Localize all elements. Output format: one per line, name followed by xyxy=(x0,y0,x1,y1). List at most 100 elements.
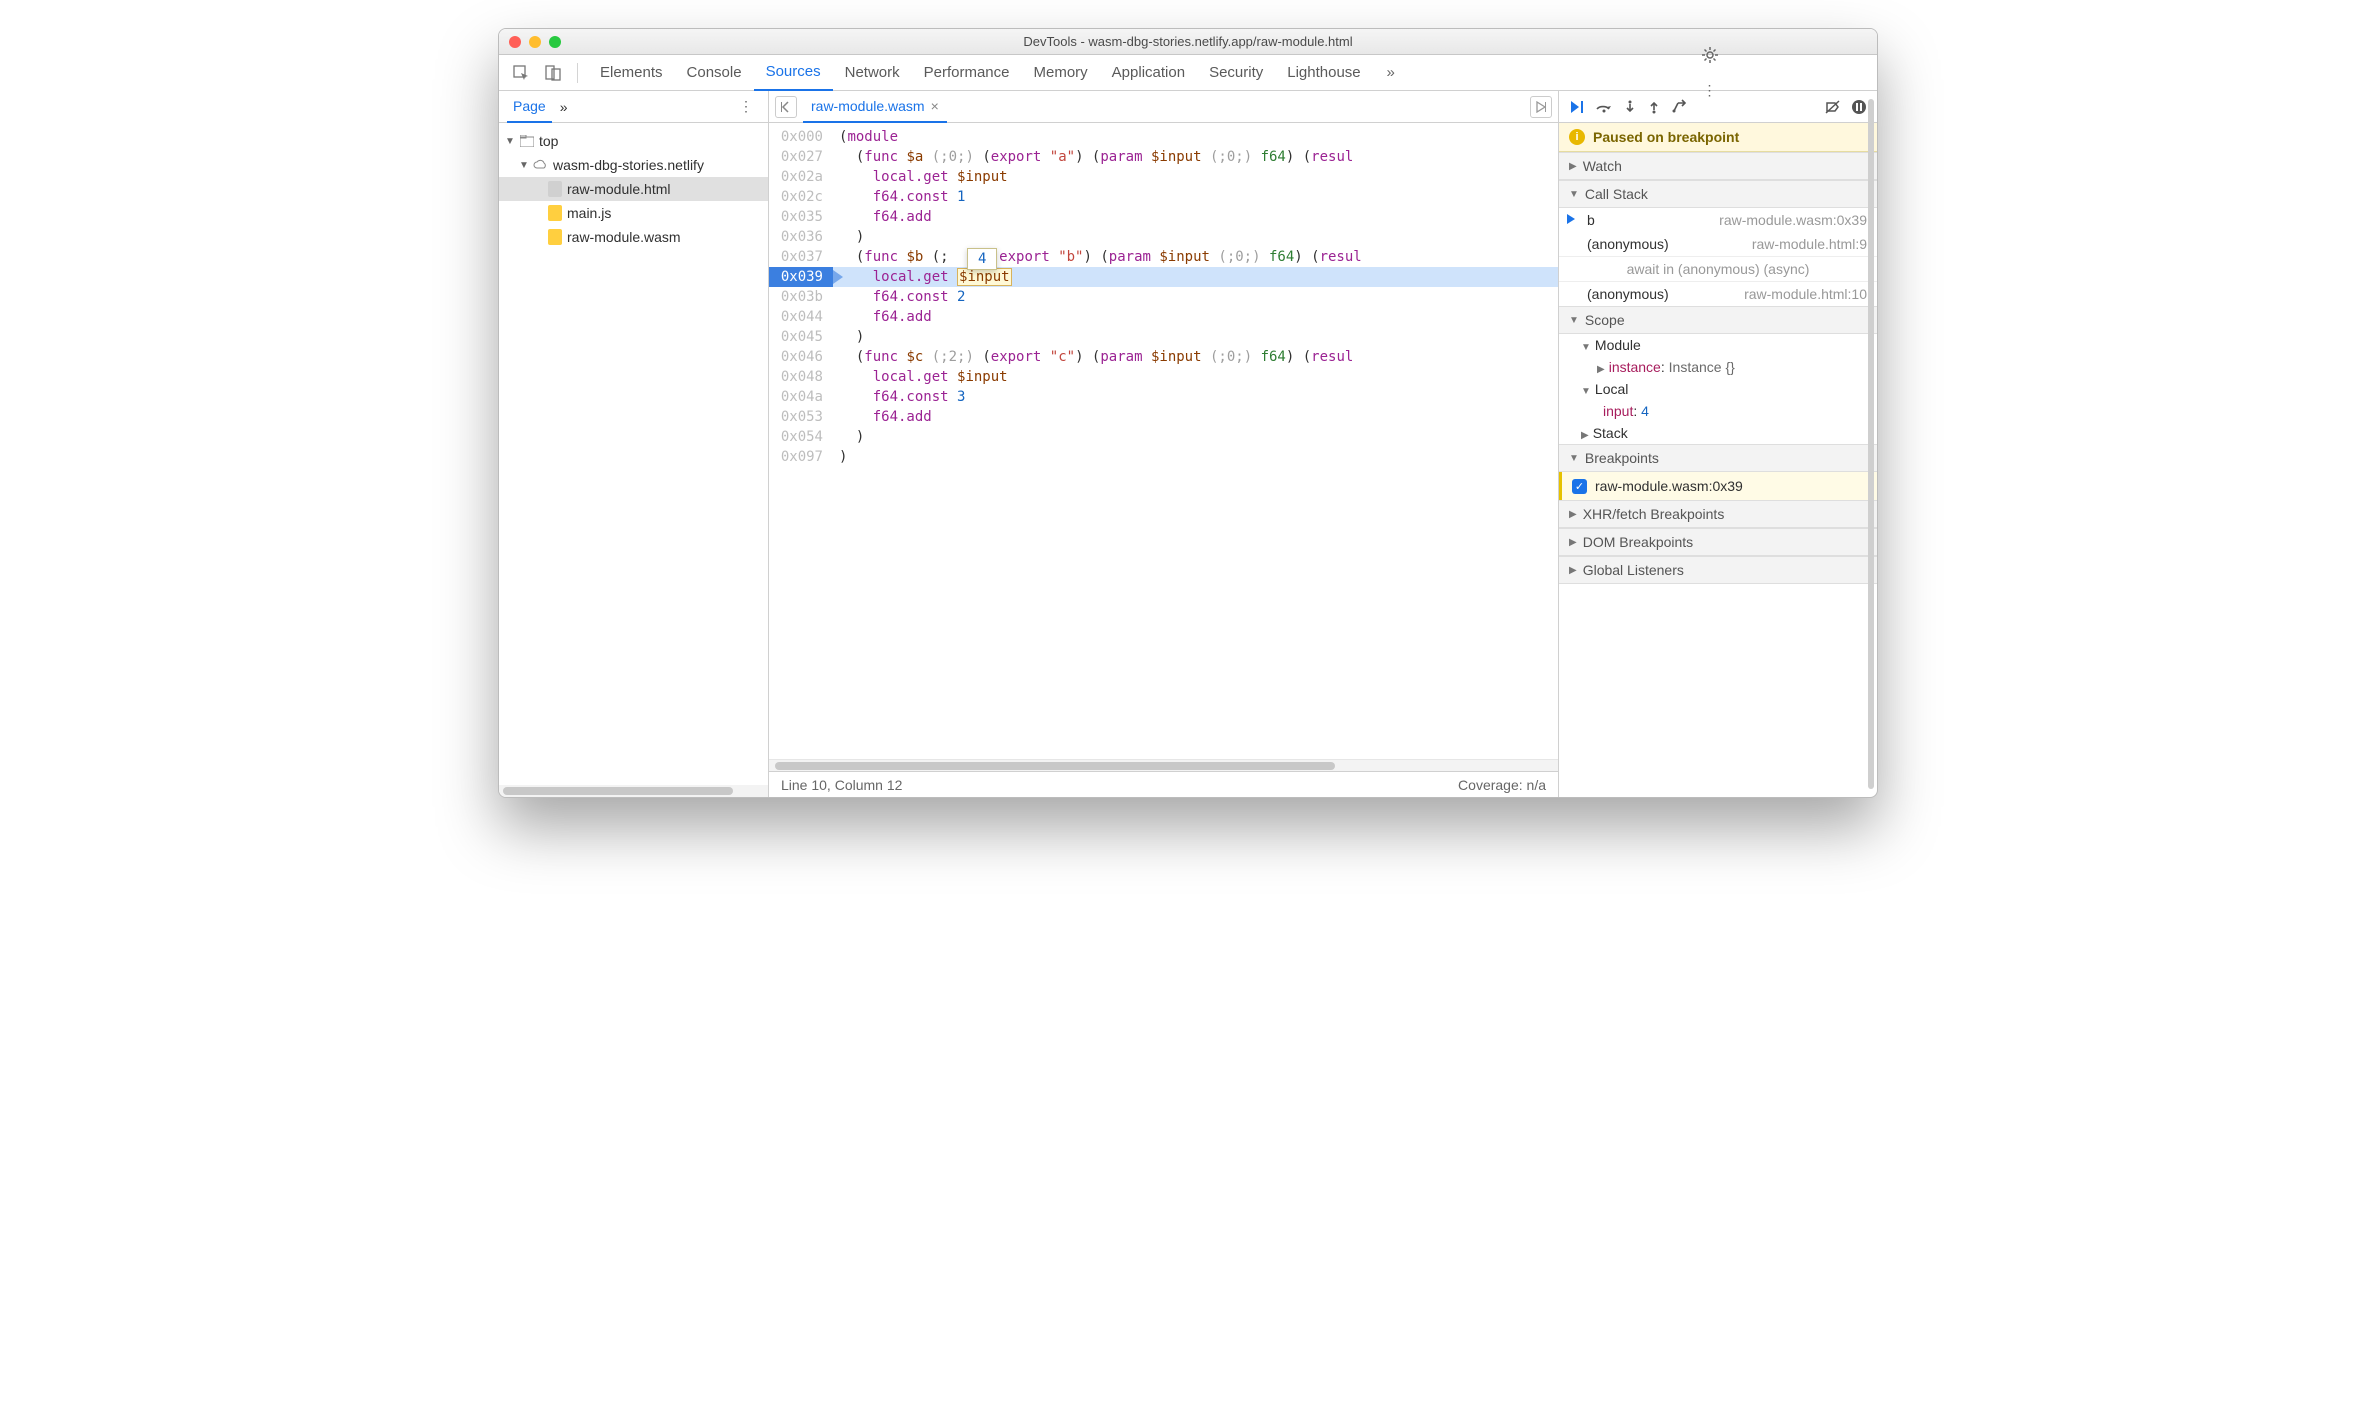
navigator-page-tab[interactable]: Page xyxy=(507,91,552,123)
window-close-button[interactable] xyxy=(509,36,521,48)
step-out-icon[interactable] xyxy=(1647,99,1661,115)
section-xhr-label: XHR/fetch Breakpoints xyxy=(1583,506,1725,522)
section-global[interactable]: ▶Global Listeners xyxy=(1559,556,1877,584)
editor-h-scrollbar[interactable] xyxy=(769,759,1558,771)
code-line[interactable]: 0x044 f64.add xyxy=(769,307,1558,327)
navigator-menu-icon[interactable]: ⋮ xyxy=(732,93,760,121)
code-line[interactable]: 0x036 ) xyxy=(769,227,1558,247)
editor-pane: raw-module.wasm × 0x000(module0x027 (fun… xyxy=(769,91,1559,797)
editor-coverage: Coverage: n/a xyxy=(1458,777,1546,793)
code-line[interactable]: 0x046 (func $c (;2;) (export "c") (param… xyxy=(769,347,1558,367)
tree-origin-label: wasm-dbg-stories.netlify xyxy=(553,157,704,173)
checkbox-icon[interactable]: ✓ xyxy=(1572,479,1587,494)
html-file-icon xyxy=(548,181,562,197)
section-xhr[interactable]: ▶XHR/fetch Breakpoints xyxy=(1559,500,1877,528)
editor-cursor-pos: Line 10, Column 12 xyxy=(781,777,902,793)
pause-exceptions-icon[interactable] xyxy=(1851,99,1867,115)
tree-file-html[interactable]: raw-module.html xyxy=(499,177,768,201)
callstack-frame[interactable]: (anonymous)raw-module.html:10 xyxy=(1559,282,1877,306)
editor-run-snippet-icon[interactable] xyxy=(1530,96,1552,118)
tree-file-js-label: main.js xyxy=(567,205,611,221)
more-tabs-icon[interactable]: » xyxy=(1377,59,1405,87)
tab-sources[interactable]: Sources xyxy=(754,55,833,91)
window-minimize-button[interactable] xyxy=(529,36,541,48)
file-tree[interactable]: ▼ top ▼ wasm-dbg-stories.netlify raw-mod… xyxy=(499,123,768,255)
tree-file-wasm-label: raw-module.wasm xyxy=(567,229,681,245)
navigator-pane: Page » ⋮ ▼ top ▼ wasm-dbg-stories xyxy=(499,91,769,797)
code-line[interactable]: 0x03b f64.const 2 xyxy=(769,287,1558,307)
section-breakpoints[interactable]: ▼Breakpoints xyxy=(1559,444,1877,472)
tab-network[interactable]: Network xyxy=(833,55,912,91)
editor-statusbar: Line 10, Column 12 Coverage: n/a xyxy=(769,771,1558,797)
settings-icon[interactable] xyxy=(1696,41,1724,69)
tab-security[interactable]: Security xyxy=(1197,55,1275,91)
code-line[interactable]: 0x039 local.get $input xyxy=(769,267,1558,287)
deactivate-breakpoints-icon[interactable] xyxy=(1825,99,1841,115)
tab-performance[interactable]: Performance xyxy=(912,55,1022,91)
scope-local[interactable]: ▼Local xyxy=(1559,378,1877,400)
debugger-toolbar xyxy=(1559,91,1877,123)
breakpoint-item[interactable]: ✓ raw-module.wasm:0x39 xyxy=(1559,472,1877,500)
device-mode-icon[interactable] xyxy=(539,59,567,87)
tab-console[interactable]: Console xyxy=(675,55,754,91)
section-dom-label: DOM Breakpoints xyxy=(1583,534,1693,550)
tree-top[interactable]: ▼ top xyxy=(499,129,768,153)
scope-module[interactable]: ▼Module xyxy=(1559,334,1877,356)
tree-file-js[interactable]: main.js xyxy=(499,201,768,225)
debugger-scrollbar[interactable] xyxy=(1868,99,1874,789)
step-into-icon[interactable] xyxy=(1623,99,1637,115)
code-line[interactable]: 0x02a local.get $input xyxy=(769,167,1558,187)
paused-banner-label: Paused on breakpoint xyxy=(1593,129,1739,145)
code-line[interactable]: 0x037 (func $b (; ) (export "b") (param … xyxy=(769,247,1558,267)
section-callstack-label: Call Stack xyxy=(1585,186,1648,202)
code-line[interactable]: 0x027 (func $a (;0;) (export "a") (param… xyxy=(769,147,1558,167)
tree-file-html-label: raw-module.html xyxy=(567,181,670,197)
section-callstack[interactable]: ▼Call Stack xyxy=(1559,180,1877,208)
window-maximize-button[interactable] xyxy=(549,36,561,48)
tree-origin[interactable]: ▼ wasm-dbg-stories.netlify xyxy=(499,153,768,177)
section-dom[interactable]: ▶DOM Breakpoints xyxy=(1559,528,1877,556)
code-line[interactable]: 0x000(module xyxy=(769,127,1558,147)
tab-application[interactable]: Application xyxy=(1100,55,1197,91)
scope-module-instance[interactable]: ▶instance: Instance {} xyxy=(1559,356,1877,378)
scope-stack[interactable]: ▶Stack xyxy=(1559,422,1877,444)
tab-elements[interactable]: Elements xyxy=(588,55,675,91)
js-file-icon xyxy=(548,205,562,221)
tree-file-wasm[interactable]: raw-module.wasm xyxy=(499,225,768,249)
code-editor[interactable]: 0x000(module0x027 (func $a (;0;) (export… xyxy=(769,123,1558,471)
scope-module-label: Module xyxy=(1595,337,1641,353)
callstack-frame[interactable]: (anonymous)raw-module.html:9 xyxy=(1559,232,1877,256)
section-breakpoints-label: Breakpoints xyxy=(1585,450,1659,466)
navigator-scrollbar[interactable] xyxy=(499,785,768,797)
navigator-more-tabs-icon[interactable]: » xyxy=(560,99,568,115)
scope-local-label: Local xyxy=(1595,381,1628,397)
paused-banner: i Paused on breakpoint xyxy=(1559,123,1877,152)
resume-icon[interactable] xyxy=(1569,99,1585,115)
section-watch[interactable]: ▶Watch xyxy=(1559,152,1877,180)
hover-value-tooltip: 4 xyxy=(967,248,997,270)
close-icon[interactable]: × xyxy=(931,98,939,114)
code-line[interactable]: 0x048 local.get $input xyxy=(769,367,1558,387)
editor-file-tab-label: raw-module.wasm xyxy=(811,98,925,114)
editor-file-tab[interactable]: raw-module.wasm × xyxy=(803,91,947,123)
tab-memory[interactable]: Memory xyxy=(1022,55,1100,91)
code-line[interactable]: 0x054 ) xyxy=(769,427,1558,447)
scope-local-prop: input xyxy=(1603,403,1633,419)
code-line[interactable]: 0x035 f64.add xyxy=(769,207,1558,227)
inspect-icon[interactable] xyxy=(507,59,535,87)
code-line[interactable]: 0x045 ) xyxy=(769,327,1558,347)
code-line[interactable]: 0x097) xyxy=(769,447,1558,467)
step-icon[interactable] xyxy=(1671,99,1689,115)
callstack-frame[interactable]: braw-module.wasm:0x39 xyxy=(1559,208,1877,232)
editor-nav-back-icon[interactable] xyxy=(775,96,797,118)
scope-module-value: Instance {} xyxy=(1669,359,1735,375)
cloud-icon xyxy=(533,157,549,173)
tab-lighthouse[interactable]: Lighthouse xyxy=(1275,55,1372,91)
scope-module-prop: instance xyxy=(1609,359,1661,375)
code-line[interactable]: 0x04a f64.const 3 xyxy=(769,387,1558,407)
section-scope[interactable]: ▼Scope xyxy=(1559,306,1877,334)
step-over-icon[interactable] xyxy=(1595,99,1613,115)
scope-local-input[interactable]: input: 4 xyxy=(1559,400,1877,422)
code-line[interactable]: 0x053 f64.add xyxy=(769,407,1558,427)
code-line[interactable]: 0x02c f64.const 1 xyxy=(769,187,1558,207)
